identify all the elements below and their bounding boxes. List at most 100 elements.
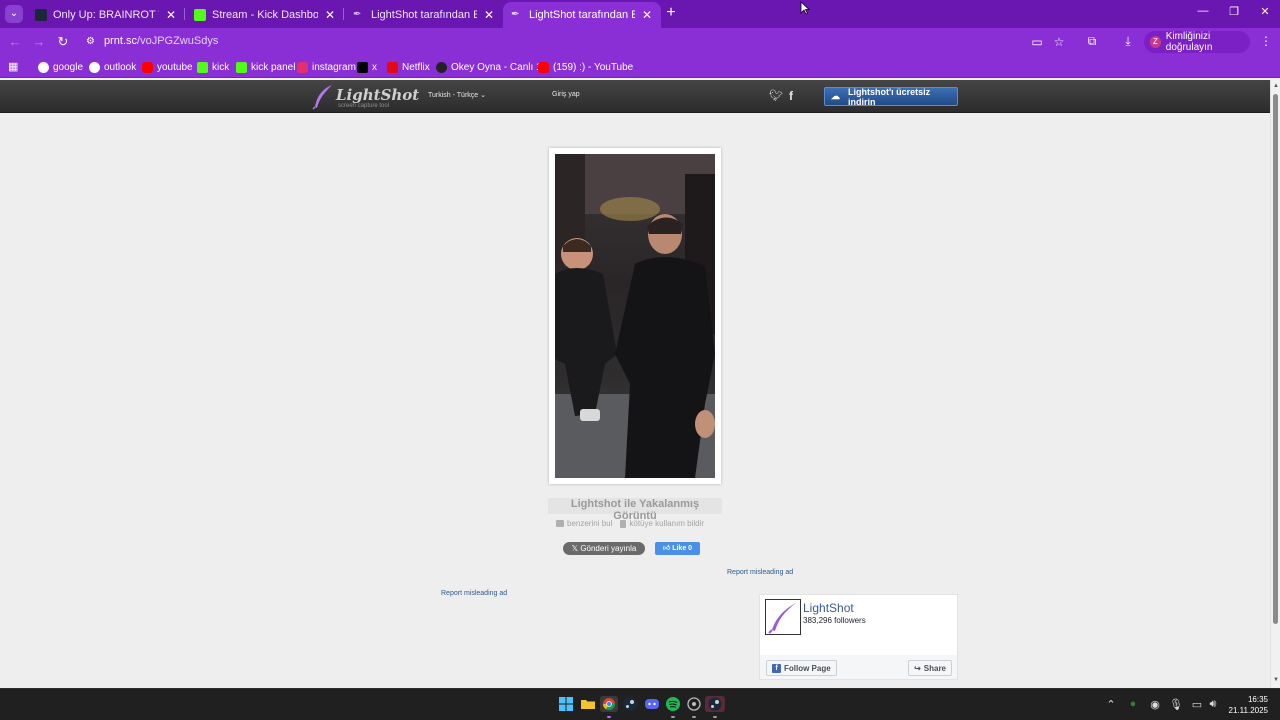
screenshot-actions: benzerini bul kötüye kullanım bildir [556, 519, 704, 528]
spotify-taskbar-icon[interactable] [665, 696, 681, 712]
downloads-icon[interactable]: ⤓ [1120, 34, 1136, 49]
download-button[interactable]: ☁ Lightshot'ı ücretsiz indirin [824, 87, 958, 107]
chrome-logo [603, 698, 615, 711]
follow-page-button[interactable]: f Follow Page [766, 660, 837, 676]
tab-kick-dashboard[interactable]: Stream - Kick Dashboard ✕ [186, 2, 344, 28]
tab-divider [184, 8, 185, 20]
kick-icon [236, 61, 247, 73]
bookmark-kick[interactable]: kick [197, 60, 229, 74]
chrome-taskbar-icon[interactable] [600, 696, 618, 712]
app-taskbar-icon[interactable] [686, 696, 702, 712]
instagram-icon [297, 61, 308, 73]
forward-icon[interactable]: → [31, 34, 47, 50]
running-indicator [671, 716, 675, 718]
close-icon[interactable]: ✕ [324, 8, 336, 22]
start-icon[interactable] [558, 696, 574, 712]
lightshot-icon: ✒ [353, 9, 362, 20]
steam-tray-icon[interactable]: ◉ [1148, 698, 1162, 711]
screenshot-caption: Lightshot ile Yakalanmış Görüntü [548, 498, 722, 522]
steam-active-taskbar-icon[interactable] [705, 696, 725, 712]
page-name-link[interactable]: LightShot [803, 601, 854, 615]
thumbs-up-icon: 👍︎ [662, 545, 673, 552]
address-bar[interactable]: ⚙ prnt.sc/voJPGZwuSdys ▭ ☆ [78, 30, 1108, 54]
kick-icon [197, 61, 208, 73]
scroll-thumb[interactable] [1273, 94, 1278, 624]
scrollbar[interactable]: ▲ ▼ [1270, 80, 1280, 688]
page-avatar[interactable] [765, 599, 801, 635]
scroll-down-icon[interactable]: ▼ [1272, 676, 1280, 684]
show-hidden-icons-icon[interactable]: ⌃ [1104, 698, 1118, 711]
network-icon[interactable]: ▭ [1190, 698, 1204, 711]
close-icon[interactable]: ✕ [483, 8, 495, 22]
close-icon[interactable]: ✕ [641, 8, 653, 22]
bookmark-netflix[interactable]: Netflix [387, 60, 430, 74]
bookmark-google[interactable]: google [38, 60, 83, 74]
tab-label: LightShot tarafından Ekran Görü [529, 9, 635, 21]
running-indicator [692, 716, 696, 718]
bookmark-label: Netflix [402, 61, 430, 73]
x-icon [357, 61, 368, 73]
tab-lightshot-1[interactable]: ✒ LightShot tarafından Ekran Görü ✕ [345, 2, 503, 28]
profile-button[interactable]: Z Kimliğinizi doğrulayın [1144, 31, 1250, 53]
site-info-icon[interactable]: ⚙ [86, 36, 98, 48]
bookmark-label: google [53, 61, 84, 73]
back-icon[interactable]: ← [7, 34, 23, 50]
reload-icon[interactable]: ↻ [55, 34, 71, 50]
tab-search-button[interactable]: ⌄ [5, 5, 23, 23]
menu-icon[interactable]: ⋮ [1258, 34, 1274, 48]
clock[interactable]: 16:35 21.11.2025 [1224, 694, 1268, 716]
logo-name: LightShot [336, 86, 420, 104]
scroll-up-icon[interactable]: ▲ [1272, 82, 1280, 90]
close-icon[interactable]: ✕ [165, 8, 177, 22]
bookmark-youtube-159[interactable]: (159) :) - YouTube [538, 60, 633, 74]
facebook-icon[interactable]: f [789, 89, 793, 103]
image-icon [556, 520, 564, 527]
new-tab-button[interactable]: + [664, 5, 678, 21]
clock-time: 16:35 [1247, 695, 1268, 704]
apps-grid-icon[interactable]: ▦ [8, 61, 20, 73]
bookmark-x[interactable]: x [357, 60, 377, 74]
steam-logo [708, 697, 722, 711]
report-ad-link[interactable]: Report misleading ad [441, 590, 507, 597]
find-similar-label: benzerini bul [567, 519, 613, 528]
clock-date: 21.11.2025 [1228, 706, 1268, 715]
share-label: Share [923, 663, 946, 673]
screenshot-image[interactable] [555, 154, 715, 478]
x-icon: 𝕏 [571, 544, 581, 553]
bookmark-instagram[interactable]: instagram [297, 60, 356, 74]
lightshot-logo[interactable]: LightShot screen capture tool [312, 84, 419, 110]
bookmark-outlook[interactable]: outlook [89, 60, 136, 74]
twitter-icon[interactable]: 🐦︎ [769, 89, 783, 102]
close-window-icon[interactable]: ✕ [1256, 5, 1274, 18]
tab-label: Only Up: BRAINROT TOGETHER [53, 9, 159, 21]
tab-lightshot-active[interactable]: ✒ LightShot tarafından Ekran Görü ✕ [503, 2, 661, 28]
report-abuse-label: kötüye kullanım bildir [629, 519, 705, 528]
language-selector[interactable]: Turkish - Türkçe ⌄ [428, 91, 486, 99]
facebook-like-button[interactable]: 👍︎ Like 0 [655, 542, 700, 555]
report-abuse-link[interactable]: kötüye kullanım bildir [620, 519, 704, 528]
discord-taskbar-icon[interactable] [644, 696, 660, 712]
running-indicator [607, 716, 611, 718]
report-ad-link[interactable]: Report misleading ad [727, 569, 793, 576]
steam-taskbar-icon[interactable] [622, 696, 638, 712]
tweet-button[interactable]: 𝕏 Gönderi yayınla [563, 542, 645, 555]
restore-icon[interactable]: ❐ [1225, 5, 1243, 18]
microphone-icon[interactable]: 🎙︎ [1169, 698, 1183, 711]
bookmark-youtube[interactable]: youtube [142, 60, 193, 74]
volume-icon[interactable]: 🔊︎ [1206, 698, 1220, 711]
share-button[interactable]: ↪ Share [908, 660, 952, 676]
file-explorer-icon[interactable] [580, 696, 596, 712]
youtube-icon [538, 61, 549, 73]
bookmark-kick-panel[interactable]: kick panel [236, 60, 295, 74]
extensions-icon[interactable]: ⧉ [1084, 34, 1100, 49]
find-similar-link[interactable]: benzerini bul [556, 519, 612, 528]
bookmark-star-icon[interactable]: ☆ [1052, 35, 1066, 49]
login-link[interactable]: Giriş yap [552, 91, 580, 98]
tab-only-up[interactable]: Only Up: BRAINROT TOGETHER ✕ [27, 2, 185, 28]
lightshot-icon: ✒ [511, 9, 520, 20]
tray-app-icon[interactable]: ● [1126, 698, 1140, 710]
screenshot-frame [549, 148, 721, 484]
bookmark-okey[interactable]: Okey Oyna - Canlı 1... [436, 60, 550, 74]
minimize-icon[interactable]: — [1194, 5, 1212, 17]
install-app-icon[interactable]: ▭ [1030, 35, 1044, 49]
